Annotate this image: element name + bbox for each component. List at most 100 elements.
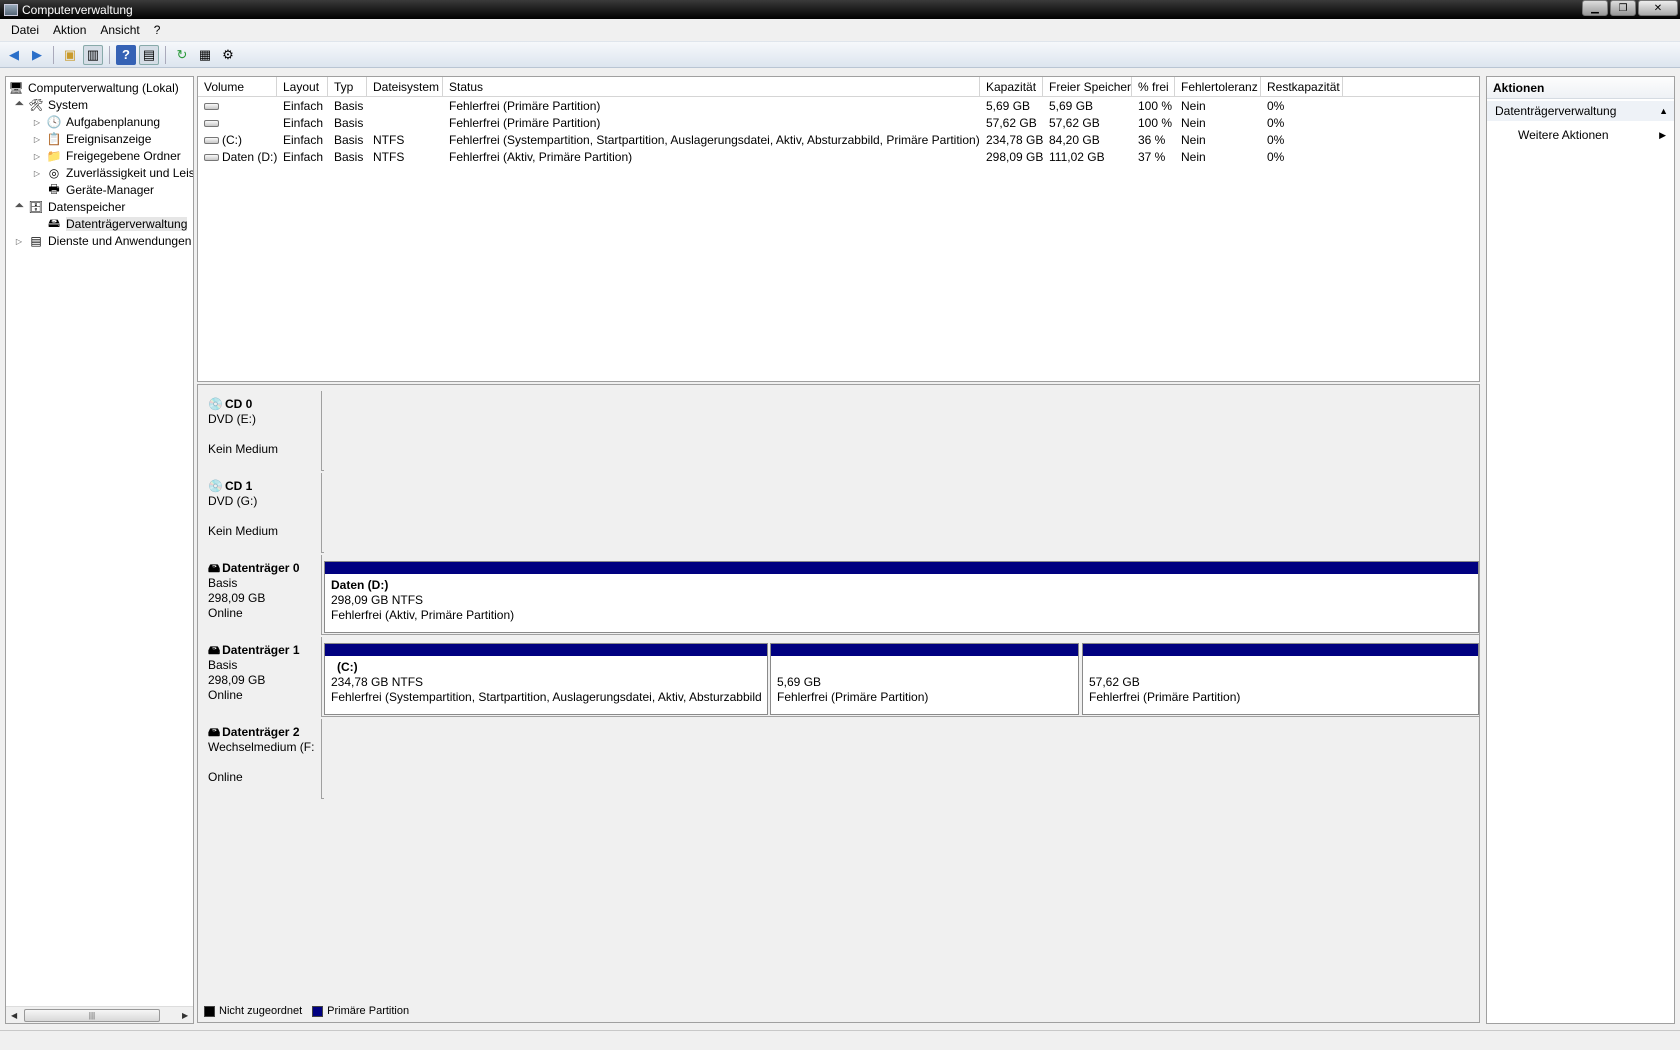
back-icon[interactable]: ◀: [4, 45, 24, 65]
cell-fehlertoleranz: Nein: [1181, 150, 1206, 164]
action-more-actions[interactable]: Weitere Aktionen ▶: [1487, 125, 1674, 145]
disk-label[interactable]: 🖴 Datenträger 0 Basis 298,09 GB Online: [198, 555, 322, 635]
cell-dateisystem: NTFS: [373, 150, 405, 164]
cell-fehlertoleranz: Nein: [1181, 99, 1206, 113]
tree-item-freigegebene-ordner[interactable]: ▷ 📁 Freigegebene Ordner: [32, 147, 181, 165]
column-header-fehlertoleranz[interactable]: Fehlertoleranz: [1175, 77, 1261, 97]
cell-volume: [198, 115, 277, 132]
cell-fehlertoleranz: Nein: [1181, 133, 1206, 147]
disk-row-disk0: 🖴 Datenträger 0 Basis 298,09 GB Online Da…: [198, 555, 1479, 635]
cell-freier-speicher: 111,02 GB: [1049, 150, 1105, 164]
disk-info-line: Kein Medium: [208, 524, 279, 538]
disk-label[interactable]: 🖴 Datenträger 1 Basis 298,09 GB Online: [198, 637, 322, 717]
partition-block[interactable]: 57,62 GB Fehlerfrei (Primäre Partition): [1082, 643, 1479, 715]
tree-item-aufgabenplanung[interactable]: ▷ 🕓 Aufgabenplanung: [32, 113, 160, 131]
collapse-icon[interactable]: ◢: [12, 98, 25, 111]
partition-block[interactable]: (C:) 234,78 GB NTFS Fehlerfrei (Systempa…: [324, 643, 768, 715]
cell-kapazitaet: 298,09 GB: [986, 150, 1043, 164]
cell-volume: Daten (D:): [198, 149, 277, 166]
disk-label[interactable]: 💿 CD 0 DVD (E:) Kein Medium: [198, 391, 322, 471]
expand-icon[interactable]: ▷: [32, 135, 42, 144]
column-header-dateisystem[interactable]: Dateisystem: [367, 77, 443, 97]
cell-volume: [198, 98, 277, 115]
menu-datei[interactable]: Datei: [4, 23, 46, 37]
cell-freier-speicher: 57,62 GB: [1049, 116, 1100, 130]
menu-aktion[interactable]: Aktion: [46, 23, 93, 37]
expand-icon[interactable]: ▷: [14, 237, 24, 246]
forward-icon[interactable]: ▶: [27, 45, 47, 65]
table-row[interactable]: Einfach Basis Fehlerfrei (Primäre Partit…: [198, 115, 1479, 132]
tree-item-datenspeicher[interactable]: ◢ 🗄 Datenspeicher: [12, 198, 126, 216]
disk-info-line: Online: [208, 606, 243, 620]
cell-freier-speicher: 5,69 GB: [1049, 99, 1094, 113]
tree-item-computerverwaltung[interactable]: 🖥 Computerverwaltung (Lokal): [8, 79, 178, 97]
cell-restkapazitaet: 0%: [1267, 116, 1285, 130]
column-header-status[interactable]: Status: [443, 77, 980, 97]
tree-item-datentraegerverwaltung[interactable]: 🖴 Datenträgerverwaltung: [32, 215, 188, 233]
column-header-typ[interactable]: Typ: [328, 77, 367, 97]
column-header-kapazitaet[interactable]: Kapazität: [980, 77, 1043, 97]
show-hide-action-pane-icon[interactable]: ▤: [139, 44, 159, 65]
actions-pane: Aktionen Datenträgerverwaltung ▲ Weitere…: [1486, 76, 1675, 1024]
column-header-restkapazitaet[interactable]: Restkapazität: [1261, 77, 1343, 97]
menu-help[interactable]: ?: [147, 23, 168, 37]
disk-management-icon: 🖴: [47, 215, 61, 230]
disk-volume-icon: [204, 154, 219, 162]
tree-item-geraete-manager[interactable]: 🖶 Geräte-Manager: [32, 181, 154, 199]
table-row[interactable]: Daten (D:) Einfach Basis NTFS Fehlerfrei…: [198, 149, 1479, 166]
legend-swatch-primary: [312, 1005, 324, 1017]
column-header-freier-speicher[interactable]: Freier Speicher: [1043, 77, 1132, 97]
expand-icon[interactable]: ▷: [32, 169, 42, 178]
tree-horizontal-scrollbar[interactable]: ◀ ||| ▶: [6, 1006, 193, 1023]
expand-icon[interactable]: ▷: [32, 118, 42, 127]
column-header-volume[interactable]: Volume: [198, 77, 277, 97]
collapse-icon[interactable]: ◢: [12, 200, 25, 213]
cell-freier-speicher: 84,20 GB: [1049, 133, 1100, 147]
actions-section-header[interactable]: Datenträgerverwaltung ▲: [1487, 101, 1674, 121]
maximize-button[interactable]: ❐: [1610, 0, 1636, 16]
close-button[interactable]: ✕: [1638, 0, 1678, 16]
toolbar-separator: [53, 45, 54, 64]
cell-dateisystem: [367, 115, 443, 132]
up-folder-icon[interactable]: ▣: [60, 45, 80, 65]
help-icon[interactable]: ?: [116, 44, 136, 65]
primary-partition-bar: [325, 562, 1478, 574]
table-row[interactable]: (C:) Einfach Basis NTFS Fehlerfrei (Syst…: [198, 132, 1479, 149]
action-label: Weitere Aktionen: [1518, 128, 1609, 142]
shared-folders-icon: 📁: [46, 149, 62, 163]
minimize-button[interactable]: ▁: [1582, 0, 1608, 16]
legend-swatch-unallocated: [204, 1005, 215, 1017]
scroll-left-icon[interactable]: ◀: [11, 1011, 17, 1020]
column-header-prozent-frei[interactable]: % frei: [1132, 77, 1175, 97]
partition-name: (C:): [337, 660, 358, 674]
disk-label[interactable]: 💿 CD 1 DVD (G:) Kein Medium: [198, 473, 322, 553]
partition-block[interactable]: 5,69 GB Fehlerfrei (Primäre Partition): [770, 643, 1079, 715]
table-row[interactable]: Einfach Basis Fehlerfrei (Primäre Partit…: [198, 98, 1479, 115]
volume-list: Volume Layout Typ Dateisystem Status Kap…: [197, 76, 1480, 382]
disk-info-line: [208, 427, 321, 442]
show-hide-console-tree-icon[interactable]: ▥: [83, 44, 103, 65]
refresh-icon[interactable]: ↻: [172, 45, 192, 65]
system-tools-icon: 🛠: [28, 98, 44, 112]
cell-prozent-frei: 36 %: [1138, 133, 1166, 147]
disk-info-line: Basis: [208, 576, 238, 590]
scrollbar-thumb[interactable]: |||: [24, 1008, 160, 1022]
menu-ansicht[interactable]: Ansicht: [93, 23, 146, 37]
tree-item-ereignisanzeige[interactable]: ▷ 📋 Ereignisanzeige: [32, 130, 151, 148]
settings-icon[interactable]: ⚙: [218, 45, 238, 65]
partition-size: 5,69 GB: [777, 675, 822, 689]
toolbar: ◀ ▶ ▣ ▥ ? ▤ ↻ ▦ ⚙: [0, 42, 1680, 68]
partition-block[interactable]: Daten (D:) 298,09 GB NTFS Fehlerfrei (Ak…: [324, 561, 1479, 633]
properties-icon[interactable]: ▦: [195, 45, 215, 65]
tree-item-dienste-und-anwendungen[interactable]: ▷ ▤ Dienste und Anwendungen: [14, 232, 192, 250]
computer-management-icon: 🖥: [8, 81, 24, 95]
disk-name: CD 0: [224, 397, 253, 411]
scroll-right-icon[interactable]: ▶: [182, 1011, 188, 1020]
tree-item-system[interactable]: ◢ 🛠 System: [14, 96, 88, 114]
column-header-layout[interactable]: Layout: [277, 77, 328, 97]
partition-text: Daten (D:) 298,09 GB NTFS Fehlerfrei (Ak…: [331, 578, 1474, 623]
collapse-up-icon[interactable]: ▲: [1659, 101, 1668, 121]
disk-label[interactable]: 🖴 Datenträger 2 Wechselmedium (F: Online: [198, 719, 322, 799]
expand-icon[interactable]: ▷: [32, 152, 42, 161]
disk-name: CD 1: [224, 479, 253, 493]
